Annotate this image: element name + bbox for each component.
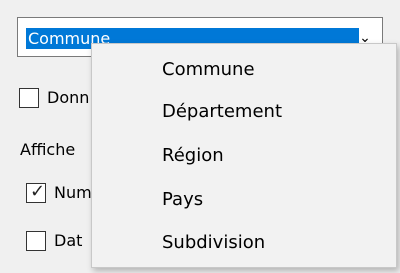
menu-item-subdivision[interactable]: Subdivision: [162, 232, 265, 253]
num-checkbox[interactable]: ✓: [26, 181, 46, 203]
donn-checkbox[interactable]: [19, 88, 39, 108]
affiche-label: Affiche: [20, 140, 76, 159]
dat-checkbox[interactable]: [26, 231, 46, 251]
dropdown-menu: Commune Département Région Pays Subdivis…: [91, 43, 397, 268]
menu-item-commune[interactable]: Commune: [162, 59, 255, 80]
donn-label: Donn: [47, 88, 90, 107]
num-label: Num: [54, 183, 92, 202]
menu-item-region[interactable]: Région: [162, 145, 224, 166]
menu-item-pays[interactable]: Pays: [162, 189, 203, 210]
menu-item-departement[interactable]: Département: [162, 101, 282, 122]
dat-label: Dat: [54, 231, 83, 250]
check-icon: ✓: [30, 181, 46, 202]
